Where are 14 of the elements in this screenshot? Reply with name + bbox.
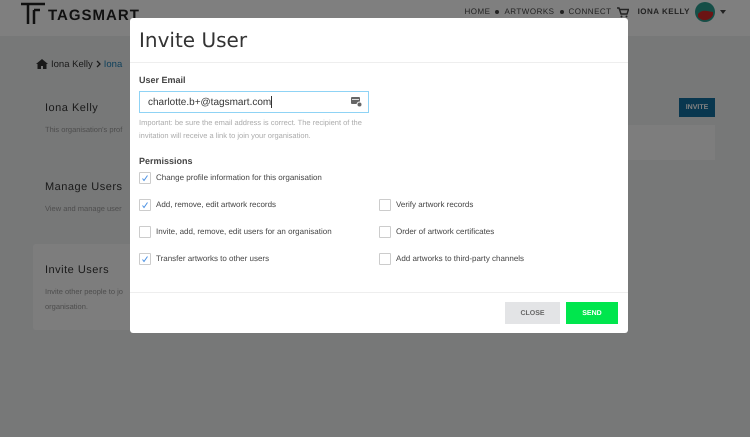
checkbox-label: Order of artwork certificates — [396, 226, 494, 238]
checkbox-label: Transfer artworks to other users — [156, 253, 270, 265]
section-title: Iona Kelly — [45, 102, 98, 114]
section-title: Manage Users — [45, 181, 123, 193]
dialog-title: Invite User — [139, 28, 248, 52]
checkbox-label: Add, remove, edit artwork records — [156, 199, 276, 211]
checkbox-label: Invite, add, remove, edit users for an organisation — [156, 226, 332, 238]
section-label: Permissions — [139, 156, 194, 166]
checkbox-label: Verify artwork records — [396, 199, 474, 211]
section-title: Invite Users — [45, 264, 110, 276]
checkbox-label: Change profile information for this organisation — [156, 172, 322, 184]
logo-text: TAGSMART — [48, 7, 140, 24]
field-label: User Email — [139, 75, 187, 85]
checkbox-label: Add artworks to third-party channels — [396, 253, 524, 265]
